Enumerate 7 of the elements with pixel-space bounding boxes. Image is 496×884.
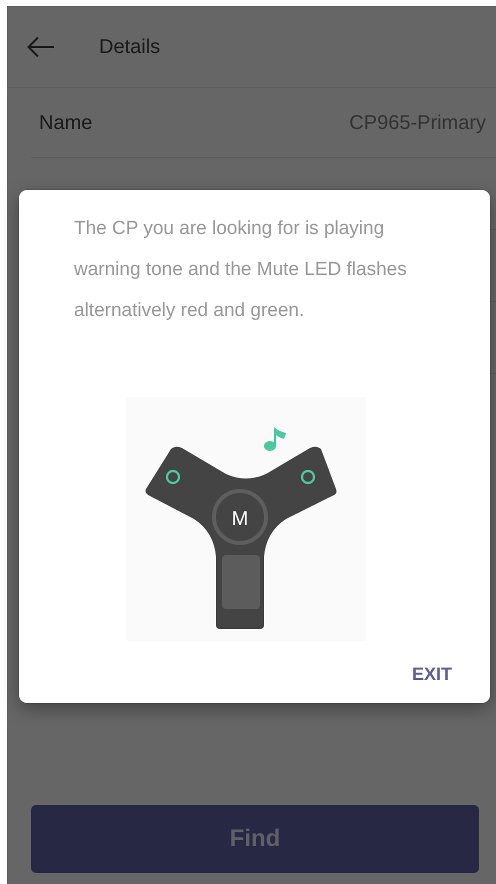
dialog-message: The CP you are looking for is playing warning tone and the Mute LED flashes alternatively red and green.: [74, 217, 408, 323]
music-note-icon: [264, 427, 286, 451]
back-icon[interactable]: [27, 36, 55, 58]
field-label: Name: [39, 110, 92, 136]
page-title: Details: [99, 34, 160, 60]
mute-key-label: M: [231, 508, 248, 530]
exit-button[interactable]: EXIT: [404, 655, 460, 694]
